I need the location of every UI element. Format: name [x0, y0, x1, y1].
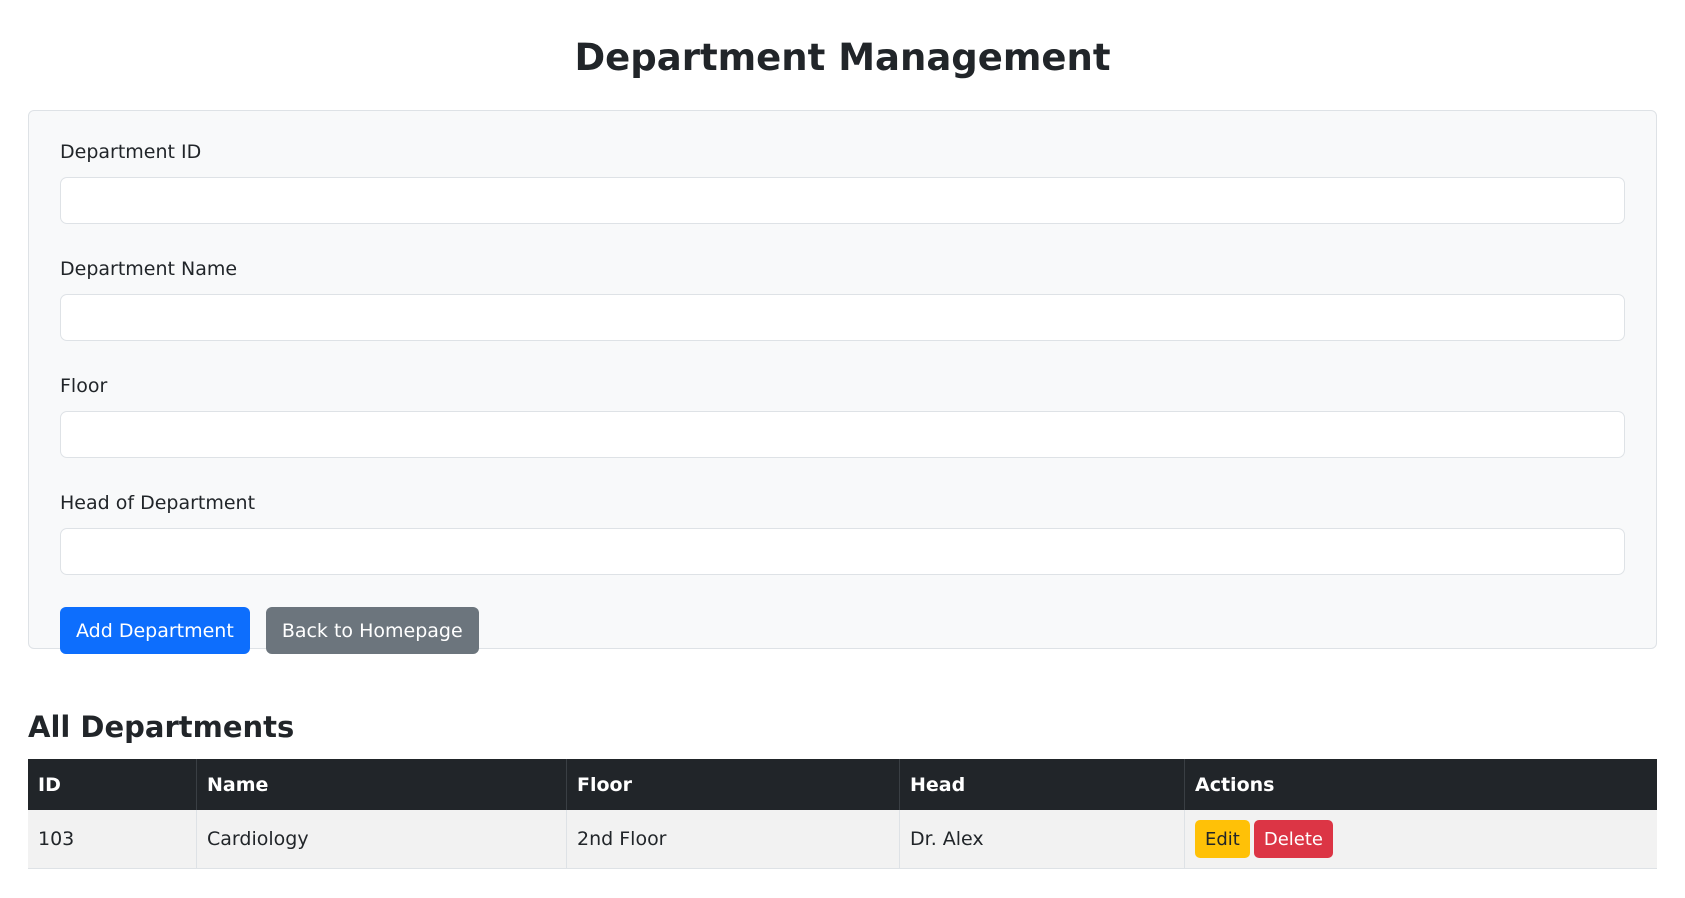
- cell-actions: Edit Delete: [1184, 810, 1657, 869]
- page-title: Department Management: [574, 36, 1111, 79]
- floor-label: Floor: [60, 375, 108, 397]
- department-id-group: Department ID: [60, 139, 1625, 224]
- table-row: 103 Cardiology 2nd Floor Dr. Alex Edit De…: [28, 810, 1657, 869]
- head-of-department-group: Head of Department: [60, 490, 1625, 575]
- back-to-homepage-button[interactable]: Back to Homepage: [265, 607, 479, 654]
- table-header-row: ID Name Floor Head Actions: [28, 759, 1657, 810]
- column-header-name: Name: [196, 759, 567, 810]
- column-header-floor: Floor: [566, 759, 900, 810]
- head-of-department-label: Head of Department: [60, 492, 256, 514]
- department-id-label: Department ID: [60, 141, 202, 163]
- delete-button[interactable]: Delete: [1253, 820, 1334, 858]
- cell-head: Dr. Alex: [899, 810, 1185, 869]
- cell-id: 103: [28, 810, 197, 869]
- column-header-head: Head: [899, 759, 1185, 810]
- cell-name: Cardiology: [196, 810, 567, 869]
- floor-input[interactable]: [60, 411, 1625, 458]
- department-name-group: Department Name: [60, 256, 1625, 341]
- add-department-button[interactable]: Add Department: [60, 607, 250, 654]
- column-header-id: ID: [28, 759, 197, 810]
- department-name-label: Department Name: [60, 258, 238, 280]
- page: Department Management Department ID Depa…: [0, 0, 1685, 898]
- edit-button[interactable]: Edit: [1195, 820, 1250, 858]
- floor-group: Floor: [60, 373, 1625, 458]
- column-header-actions: Actions: [1184, 759, 1657, 810]
- cell-floor: 2nd Floor: [566, 810, 900, 869]
- all-departments-title: All Departments: [28, 710, 295, 744]
- department-form: Department ID Department Name Floor Head…: [28, 110, 1657, 654]
- departments-table: ID Name Floor Head Actions 103 Cardiolog…: [28, 759, 1657, 869]
- form-button-row: Add Department Back to Homepage: [60, 607, 1625, 654]
- department-id-input[interactable]: [60, 177, 1625, 224]
- department-name-input[interactable]: [60, 294, 1625, 341]
- head-of-department-input[interactable]: [60, 528, 1625, 575]
